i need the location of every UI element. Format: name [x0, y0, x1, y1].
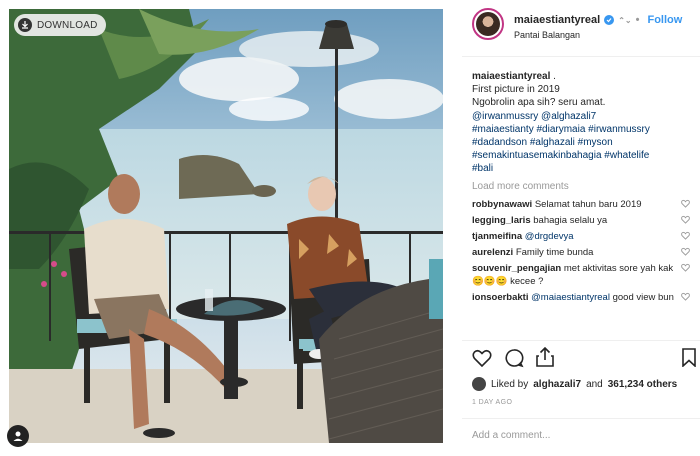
- avatar[interactable]: [472, 8, 504, 40]
- comment-mention[interactable]: @maiaestiantyreal: [531, 292, 610, 303]
- header-username[interactable]: maiaestiantyreal: [514, 14, 600, 26]
- bookmark-icon[interactable]: [682, 348, 696, 367]
- likes-prefix: Liked by: [491, 378, 529, 390]
- comment-like-heart-icon[interactable]: [681, 247, 690, 256]
- comment-item: aurelenzi Family time bunda: [472, 246, 690, 259]
- verified-badge-icon: [604, 15, 615, 25]
- user-profile-icon[interactable]: [7, 425, 29, 447]
- comment-like-heart-icon[interactable]: [681, 231, 690, 240]
- comment-text: good view bun: [612, 292, 674, 303]
- comment-like-heart-icon[interactable]: [681, 215, 690, 224]
- comment-like-heart-icon[interactable]: [681, 292, 690, 301]
- post-photo[interactable]: DOWNLOAD: [9, 9, 443, 443]
- like-heart-icon[interactable]: [472, 349, 492, 367]
- comment-item: legging_laris bahagia selalu ya: [472, 214, 690, 227]
- photo-scene: [9, 9, 443, 443]
- download-label: DOWNLOAD: [37, 19, 98, 31]
- comment-username[interactable]: ionsoerbakti: [472, 292, 529, 303]
- instagram-post: DOWNLOAD maiaestiantyreal ⌃⌄ • Follow Pa…: [0, 0, 700, 456]
- share-icon[interactable]: [536, 347, 554, 367]
- post-sidebar: maiaestiantyreal ⌃⌄ • Follow Pantai Bala…: [462, 0, 700, 456]
- follow-button[interactable]: Follow: [647, 14, 682, 26]
- post-header: maiaestiantyreal ⌃⌄ • Follow Pantai Bala…: [472, 8, 698, 48]
- comment-text: Selamat tahun baru 2019: [534, 199, 642, 210]
- caption-mentions[interactable]: @irwanmussry @alghazali7: [472, 110, 694, 123]
- comment-username[interactable]: legging_laris: [472, 215, 531, 226]
- add-comment-input[interactable]: Add a comment...: [472, 430, 550, 441]
- download-button[interactable]: DOWNLOAD: [14, 14, 106, 36]
- comment-item: ionsoerbakti @maiaestiantyreal good view…: [472, 291, 690, 304]
- comment-text: Family time bunda: [515, 247, 594, 258]
- comment-username[interactable]: souvenir_pengajian: [472, 263, 561, 274]
- location-link[interactable]: Pantai Balangan: [514, 30, 580, 40]
- actions-divider: [462, 340, 700, 341]
- comment-item: tjanmeifina @drgdevya: [472, 230, 690, 243]
- caption-hashtags-1[interactable]: #maiaestianty #diarymaia #irwanmussry: [472, 123, 694, 136]
- comment-like-heart-icon[interactable]: [681, 263, 690, 272]
- comment-divider: [462, 418, 700, 419]
- post-caption: maiaestiantyreal . First picture in 2019…: [472, 70, 694, 176]
- comment-mention[interactable]: @drgdevya: [525, 231, 574, 242]
- post-actions: [472, 345, 698, 371]
- caption-line-1: First picture in 2019: [472, 84, 560, 96]
- options-chevron-icon[interactable]: ⌃⌄: [618, 16, 631, 25]
- likes-summary: Liked by alghazali7 and 361,234 others: [472, 377, 677, 391]
- caption-hashtags-3[interactable]: #semakintuasemakinbahagia #whatelife: [472, 149, 694, 162]
- comment-username[interactable]: tjanmeifina: [472, 231, 522, 242]
- comment-item: robbynawawi Selamat tahun baru 2019: [472, 198, 690, 211]
- comment-username[interactable]: robbynawawi: [472, 199, 532, 210]
- likes-and: and: [586, 378, 603, 390]
- likes-count[interactable]: 361,234 others: [608, 379, 678, 390]
- liker-avatar[interactable]: [472, 377, 486, 391]
- caption-line-2: Ngobrolin apa sih? seru amat.: [472, 97, 606, 109]
- comment-bubble-icon[interactable]: [504, 348, 524, 368]
- liker-username[interactable]: alghazali7: [533, 379, 581, 390]
- load-more-comments[interactable]: Load more comments: [472, 181, 569, 192]
- header-divider: [462, 56, 700, 57]
- comment-like-heart-icon[interactable]: [681, 199, 690, 208]
- comment-item: souvenir_pengajian met aktivitas sore ya…: [472, 262, 690, 288]
- comment-username[interactable]: aurelenzi: [472, 247, 513, 258]
- comments-list: robbynawawi Selamat tahun baru 2019 legg…: [472, 198, 690, 307]
- caption-hashtags-2[interactable]: #dadandson #alghazali #myson: [472, 136, 694, 149]
- caption-hashtags-4[interactable]: #bali: [472, 162, 694, 175]
- download-icon: [18, 18, 32, 32]
- post-timestamp[interactable]: 1 DAY AGO: [472, 399, 512, 406]
- comment-text: bahagia selalu ya: [533, 215, 608, 226]
- caption-username[interactable]: maiaestiantyreal: [472, 71, 550, 82]
- header-username-row: maiaestiantyreal ⌃⌄ • Follow: [514, 14, 683, 26]
